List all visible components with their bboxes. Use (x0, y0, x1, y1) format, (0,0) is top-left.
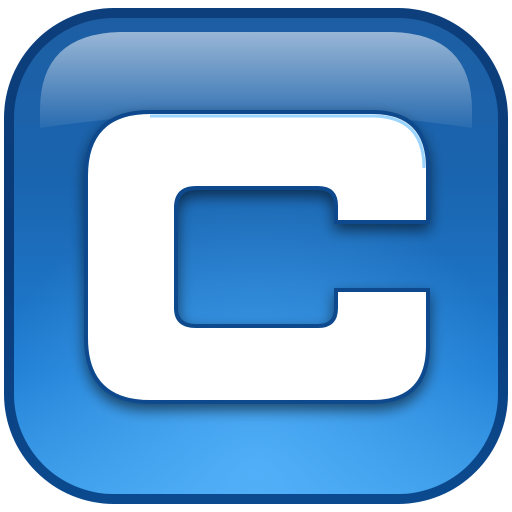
letter-c-icon (4, 8, 508, 504)
icon-canvas: C (0, 0, 512, 512)
